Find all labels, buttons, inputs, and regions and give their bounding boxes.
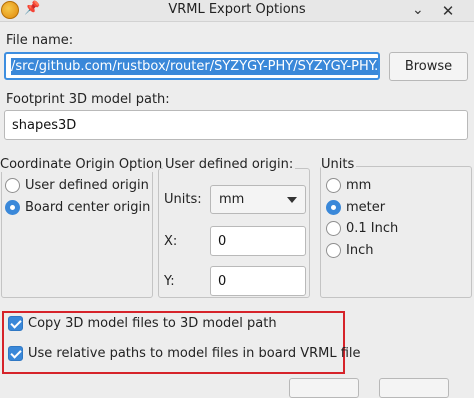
dialog-button-right[interactable]	[379, 378, 449, 398]
radio-button-selected[interactable]	[5, 200, 20, 215]
radio-0-1-inch[interactable]: 0.1 Inch	[326, 221, 398, 236]
x-label: X:	[164, 234, 178, 249]
radio-user-defined-origin[interactable]: User defined origin	[5, 178, 149, 193]
units-label: Units:	[164, 192, 202, 207]
chevron-down-icon[interactable]: ⌄	[412, 2, 424, 18]
radio-label: meter	[346, 200, 386, 215]
radio-label: User defined origin	[25, 178, 149, 193]
coordinate-origin-title: Coordinate Origin Options	[0, 157, 171, 172]
radio-button[interactable]	[326, 221, 341, 236]
file-name-value: /src/github.com/rustbox/router/SYZYGY-PH…	[11, 57, 378, 75]
file-name-input[interactable]: /src/github.com/rustbox/router/SYZYGY-PH…	[4, 52, 380, 80]
relative-paths-checkbox-row[interactable]: Use relative paths to model files in boa…	[8, 346, 361, 361]
relative-paths-label: Use relative paths to model files in boa…	[28, 346, 361, 361]
x-input[interactable]: 0	[210, 226, 306, 256]
close-icon[interactable]: ✕	[438, 1, 458, 21]
radio-board-center-origin[interactable]: Board center origin	[5, 200, 150, 215]
units-group-title: Units	[321, 157, 357, 172]
radio-meter[interactable]: meter	[326, 200, 385, 215]
copy-models-checkbox[interactable]	[8, 316, 23, 331]
y-input[interactable]: 0	[210, 266, 306, 296]
dialog-button-left[interactable]	[289, 378, 359, 398]
radio-button[interactable]	[5, 178, 20, 193]
copy-models-checkbox-row[interactable]: Copy 3D model files to 3D model path	[8, 316, 277, 331]
footprint-path-value: shapes3D	[12, 117, 77, 133]
relative-paths-checkbox[interactable]	[8, 346, 23, 361]
chevron-down-icon	[287, 196, 297, 203]
radio-label: 0.1 Inch	[346, 221, 399, 236]
y-label: Y:	[164, 274, 175, 289]
units-dropdown[interactable]: mm	[210, 185, 306, 214]
radio-mm[interactable]: mm	[326, 178, 371, 193]
footprint-path-input[interactable]: shapes3D	[4, 110, 468, 140]
copy-models-label: Copy 3D model files to 3D model path	[28, 316, 277, 331]
radio-label: mm	[346, 178, 372, 193]
units-dropdown-value: mm	[219, 192, 245, 207]
radio-button-selected[interactable]	[326, 200, 341, 215]
x-value: 0	[218, 233, 227, 249]
browse-button[interactable]: Browse	[389, 52, 468, 81]
footprint-path-label: Footprint 3D model path:	[6, 92, 170, 107]
radio-button[interactable]	[326, 243, 341, 258]
radio-inch[interactable]: Inch	[326, 243, 373, 258]
y-value: 0	[218, 273, 227, 289]
radio-button[interactable]	[326, 178, 341, 193]
user-origin-title: User defined origin:	[163, 157, 296, 172]
radio-label: Inch	[346, 243, 374, 258]
radio-label: Board center origin	[25, 200, 151, 215]
window-title: VRML Export Options	[168, 2, 306, 17]
file-name-label: File name:	[6, 33, 74, 48]
